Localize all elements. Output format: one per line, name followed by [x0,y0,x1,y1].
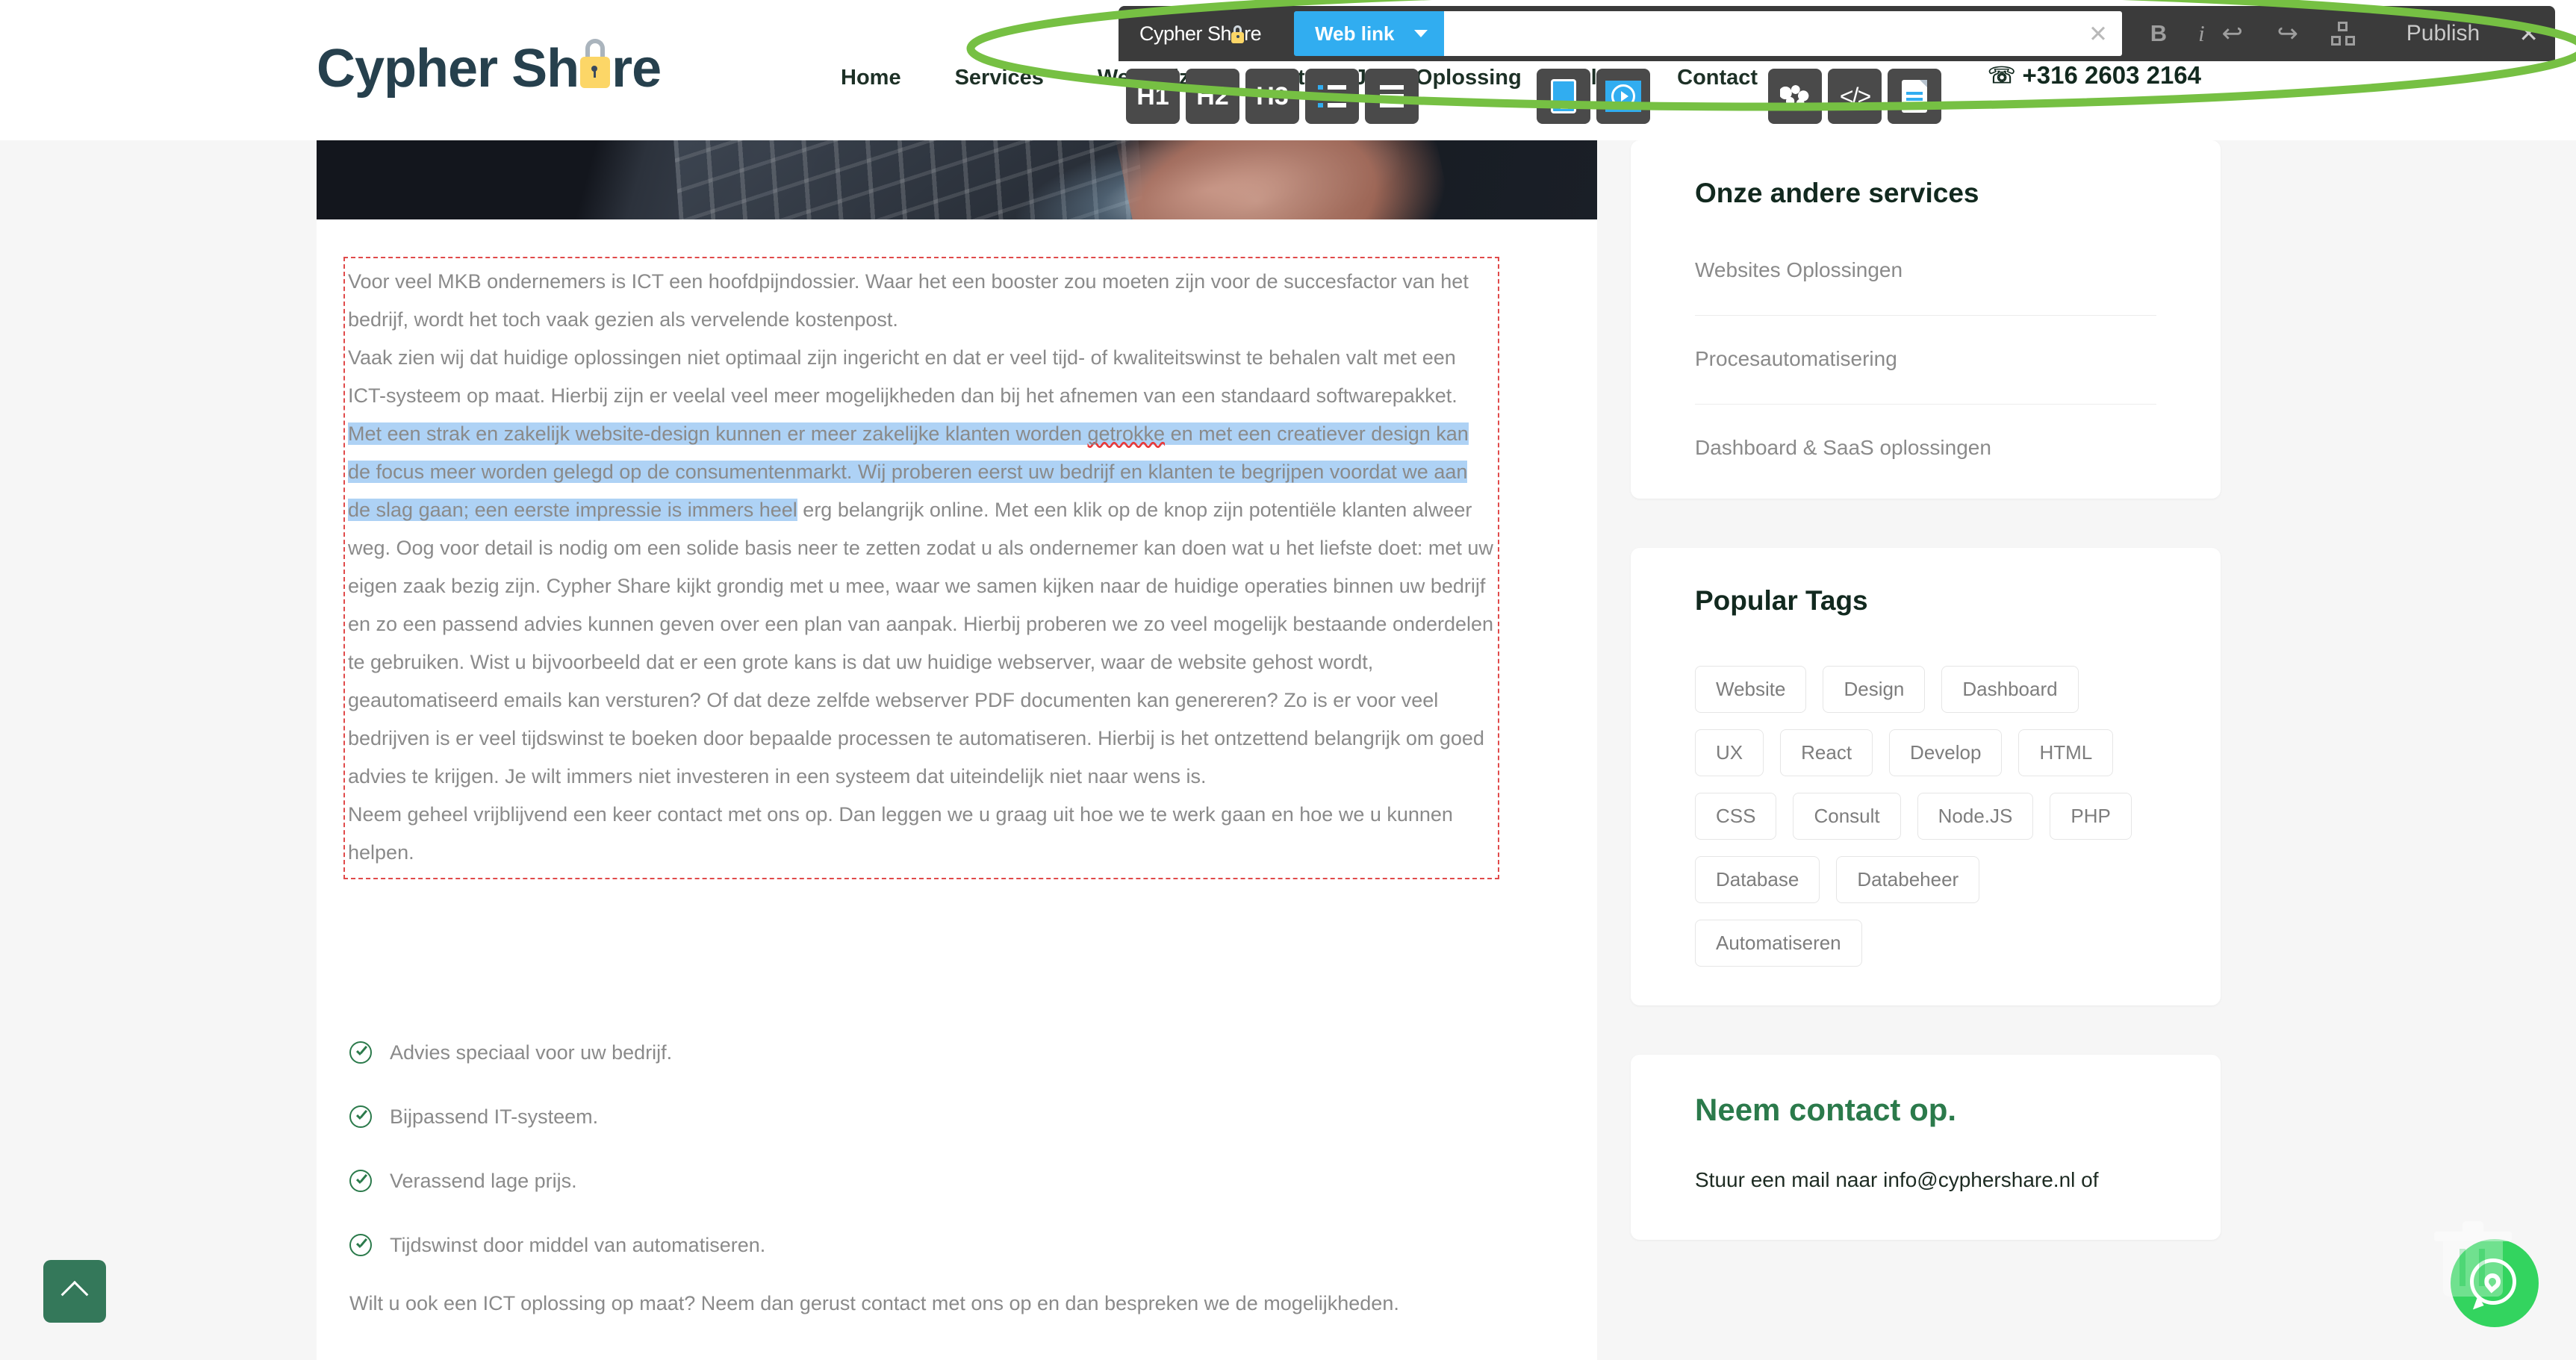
sidebar: Onze andere services Websites Oplossinge… [1631,140,2221,1289]
article-editable-text-region[interactable]: Voor veel MKB ondernemers is ICT een hoo… [343,257,1499,879]
article-body-rest: erg belangrijk online. Met een klik op d… [348,499,1494,787]
sidebar-service-websites-oplossingen[interactable]: Websites Oplossingen [1695,258,2156,316]
editor-brand-logo: Cypher Sh re [1139,22,1262,45]
link-type-dropdown[interactable]: Web link [1294,11,1444,56]
services-panel-title: Onze andere services [1695,178,1979,208]
check-circle-icon [349,1041,372,1064]
nav-item-home[interactable]: Home [814,66,928,90]
publish-button[interactable]: Publish [2407,21,2480,46]
check-circle-icon [349,1234,372,1256]
tag-html[interactable]: HTML [2018,729,2114,776]
tag-dashboard[interactable]: Dashboard [1941,666,2079,713]
sidebar-panel-tags: Popular Tags Website Design Dashboard UX… [1631,548,2221,1005]
tag-databeheer[interactable]: Databeheer [1836,856,1980,903]
checklist-item: Verassend lage prijs. [349,1155,1469,1206]
tag-nodejs[interactable]: Node.JS [1917,793,2034,840]
padlock-icon [1231,24,1245,44]
bold-button[interactable]: B [2150,20,2167,47]
tag-php[interactable]: PHP [2050,793,2132,840]
grid-apps-icon[interactable] [2315,11,2371,56]
checklist-item-label: Tijdswinst door middel van automatiseren… [390,1233,766,1256]
header-phone-number[interactable]: ☏ +316 2603 2164 [1988,61,2201,90]
document-embed-button[interactable] [1888,69,1941,124]
check-circle-icon [349,1105,372,1128]
checklist-item-label: Advies speciaal voor uw bedrijf. [390,1041,673,1064]
bulleted-list-button[interactable] [1305,69,1359,124]
italic-button[interactable]: i [2198,20,2205,47]
article-checklist: Advies speciaal voor uw bedrijf. Bijpass… [349,1027,1469,1284]
article-paragraph-1: Voor veel MKB ondernemers is ICT een hoo… [348,270,1469,331]
bulleted-list-icon [1318,85,1346,107]
checklist-item: Advies speciaal voor uw bedrijf. [349,1027,1469,1078]
article-closing-line: Wilt u ook een ICT oplossing op maat? Ne… [349,1292,1399,1314]
redo-icon[interactable]: ↪ [2260,11,2315,56]
tag-react[interactable]: React [1780,729,1873,776]
link-type-label: Web link [1315,22,1395,45]
checklist-item-label: Verassend lage prijs. [390,1169,577,1192]
editor-toolbar-right: ↩ ↪ Publish ✕ [2205,11,2555,56]
article-paragraph-2: Vaak zien wij dat huidige oplossingen ni… [348,346,1457,407]
link-url-input[interactable] [1443,11,2123,56]
chevron-up-icon [60,1280,89,1308]
video-play-icon [1605,81,1641,112]
site-logo[interactable]: Cypher Sh re [317,36,662,99]
selected-text-end: el [781,499,797,521]
editor-link-toolbar: Cypher Sh re Web link ✕ B i ↩ ↪ Publish ✕ [1119,6,2555,61]
contact-panel-title: Neem contact op. [1695,1092,1957,1127]
align-lines-icon [1378,85,1406,107]
code-brackets-icon: </> [1839,82,1871,110]
align-list-button[interactable] [1365,69,1419,124]
article-card: Voor veel MKB ondernemers is ICT een hoo… [317,109,1597,1360]
page-content: Voor veel MKB ondernemers is ICT een hoo… [0,109,2576,1360]
padlock-icon [579,36,612,90]
sidebar-service-procesautomatisering[interactable]: Procesautomatisering [1695,347,2156,405]
phone-number-text: +316 2603 2164 [2022,61,2202,89]
document-icon [1902,80,1927,113]
tag-ux[interactable]: UX [1695,729,1764,776]
article-final-paragraph: Neem geheel vrijblijvend een keer contac… [348,803,1453,864]
whatsapp-chat-button[interactable] [2434,1221,2539,1327]
map-embed-button[interactable] [1768,69,1822,124]
tag-design[interactable]: Design [1823,666,1926,713]
tag-automatiseren[interactable]: Automatiseren [1695,920,1862,967]
heading-2-button[interactable]: H2 [1186,69,1239,124]
clear-link-icon[interactable]: ✕ [2085,22,2112,46]
contact-panel-text: Stuur een mail naar info@cyphershare.nl … [1695,1168,2099,1191]
nav-item-services[interactable]: Services [928,66,1071,90]
checklist-item: Tijdswinst door middel van automatiseren… [349,1220,1469,1270]
logo-text-after: re [612,39,662,99]
video-embed-button[interactable] [1596,69,1650,124]
code-embed-button[interactable]: </> [1828,69,1882,124]
checklist-item-label: Bijpassend IT-systeem. [390,1105,599,1128]
sidebar-service-dashboard-saas[interactable]: Dashboard & SaaS oplossingen [1695,436,2156,460]
tags-panel-title: Popular Tags [1695,585,1868,616]
world-map-icon [1780,85,1810,107]
tag-develop[interactable]: Develop [1889,729,2003,776]
phone-icon: ☏ [1988,63,2016,88]
check-circle-icon [349,1170,372,1192]
mobile-preview-button[interactable] [1537,69,1590,124]
editor-block-toolbar: H1 H2 H3 </> [1126,69,1941,124]
mobile-phone-icon [1551,79,1576,113]
sidebar-panel-contact: Neem contact op. Stuur een mail naar inf… [1631,1055,2221,1240]
chevron-down-icon [1413,30,1428,37]
misspelled-word: getrokke [1087,422,1166,445]
tag-css[interactable]: CSS [1695,793,1777,840]
selected-text-start: Met een strak en zakelijk website-design… [348,422,1088,445]
heading-1-button[interactable]: H1 [1126,69,1180,124]
checklist-item: Bijpassend IT-systeem. [349,1091,1469,1142]
page-root: Cypher Shre Home Services Werkwijze Star… [0,0,2576,1360]
logo-text-before: Cypher Sh [317,39,579,99]
sidebar-panel-services: Onze andere services Websites Oplossinge… [1631,140,2221,499]
tag-database[interactable]: Database [1695,856,1820,903]
scroll-to-top-button[interactable] [43,1260,106,1323]
undo-icon[interactable]: ↩ [2205,11,2260,56]
tag-list: Website Design Dashboard UX React Develo… [1695,666,2156,967]
heading-3-button[interactable]: H3 [1245,69,1299,124]
trash-icon [2434,1218,2512,1300]
close-editor-icon[interactable]: ✕ [2519,22,2539,46]
article-paragraph-3: Met een strak en zakelijk website-design… [348,415,1495,796]
tag-consult[interactable]: Consult [1793,793,1901,840]
tag-website[interactable]: Website [1695,666,1807,713]
